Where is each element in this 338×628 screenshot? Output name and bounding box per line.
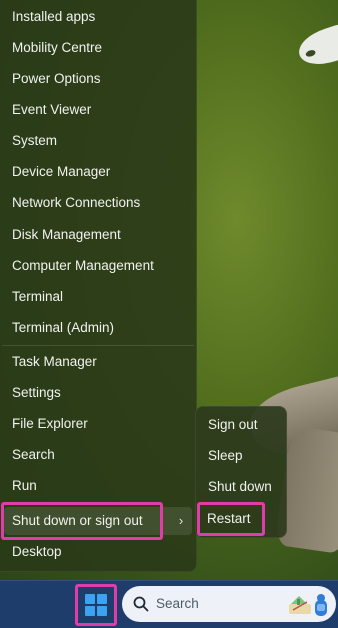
menu-item-network-connections[interactable]: Network Connections [4,189,192,217]
menu-item-terminal[interactable]: Terminal [4,283,192,311]
power-user-menu: Installed apps Mobility Centre Power Opt… [0,0,197,572]
menu-item-power-options[interactable]: Power Options [4,65,192,93]
shut-down-highlight-box [1,502,163,540]
submenu-item-shut-down[interactable]: Shut down [199,473,283,501]
menu-item-desktop[interactable]: Desktop [4,538,192,566]
submenu-item-restart[interactable]: Restart [197,502,265,536]
windows-logo-icon [85,594,107,616]
taskbar: Search [0,580,338,628]
search-highlight-illustration-icon [289,594,327,616]
chevron-right-icon: › [178,513,184,528]
menu-separator [2,345,194,346]
menu-item-shut-down-or-sign-out[interactable]: Shut down or sign out › [1,502,192,540]
menu-item-device-manager[interactable]: Device Manager [4,158,192,186]
menu-item-disk-management[interactable]: Disk Management [4,221,192,249]
menu-item-task-manager[interactable]: Task Manager [4,348,192,376]
wallpaper-bird [294,18,338,72]
menu-item-file-explorer[interactable]: File Explorer [4,410,192,438]
menu-item-system[interactable]: System [4,127,192,155]
menu-item-computer-management[interactable]: Computer Management [4,252,192,280]
submenu-item-sign-out[interactable]: Sign out [199,411,283,439]
taskbar-search-box[interactable]: Search [122,586,336,622]
menu-item-search[interactable]: Search [4,441,192,469]
menu-item-run[interactable]: Run [4,472,192,500]
menu-item-installed-apps[interactable]: Installed apps [4,3,192,31]
menu-item-mobility-centre[interactable]: Mobility Centre [4,34,192,62]
submenu-item-sleep[interactable]: Sleep [199,442,283,470]
search-placeholder: Search [156,596,199,611]
magnifier-icon [133,596,149,612]
start-button[interactable] [75,584,117,626]
shut-down-submenu: Sign out Sleep Shut down Restart [195,406,287,538]
menu-item-settings[interactable]: Settings [4,379,192,407]
menu-item-event-viewer[interactable]: Event Viewer [4,96,192,124]
menu-item-terminal-admin[interactable]: Terminal (Admin) [4,314,192,342]
